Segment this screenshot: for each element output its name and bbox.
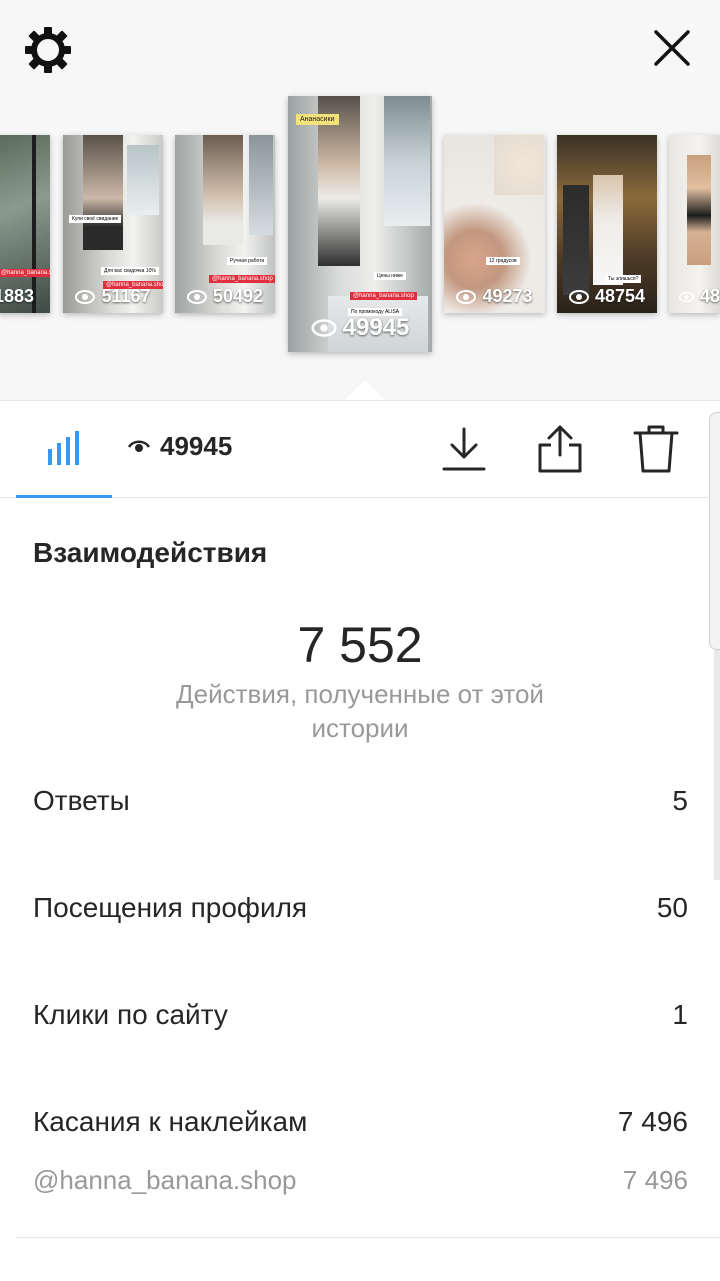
metric-value: 1 [672,999,688,1030]
metric-label: Клики по сайту [33,999,228,1030]
sticker-label: @hanna_banana.shop [33,1165,297,1195]
selected-story-pointer [345,380,385,400]
bar-chart-icon [48,431,79,465]
story-view-count: 48754 [557,286,657,307]
metric-value: 7 496 [617,1106,688,1137]
interactions-total: 7 552 [297,617,423,673]
sticker-value: 7 496 [622,1165,688,1195]
story-carousel-area: @hanna_banana.shop 1883 Купи своё свидан… [0,0,720,400]
tab-insights[interactable] [16,401,112,498]
gear-icon[interactable] [22,24,74,76]
metric-label: Посещения профиля [33,892,308,923]
story-thumbnail[interactable]: Купи своё свидание Для вас скидочка 10% … [63,135,163,313]
eye-icon [679,291,694,302]
metric-subrow-sticker: @hanna_banana.shop 7 496 [33,1165,688,1196]
story-thumbnail[interactable]: 12 градусов 49273 [444,135,545,313]
story-thumbnail[interactable]: Ты злишься? 48754 [557,135,657,313]
story-view-count: 51167 [63,286,163,307]
eye-icon [186,289,207,304]
eye-icon [128,440,150,452]
metric-row-sticker-taps: Касания к наклейкам 7 496 [33,1106,688,1138]
metric-label: Касания к наклейкам [33,1106,308,1137]
story-view-count: 1883 [0,286,35,306]
metric-row-website-clicks: Клики по сайту 1 [33,999,688,1031]
story-thumbnail[interactable]: @hanna_banana.shop 1883 [0,135,50,313]
metric-value: 5 [672,785,688,816]
story-view-count: 49945 [288,314,432,342]
story-thumbnail[interactable]: Ручная работа @hanna_banana.shop 50492 [175,135,275,313]
story-view-count: 49273 [444,286,545,307]
story-thumbnail-selected[interactable]: Ананасики Цены ниже @hanna_banana.shop П… [288,96,432,352]
download-icon[interactable] [440,423,488,475]
metric-value: 50 [656,892,688,923]
eye-icon [75,289,96,304]
story-thumbnail[interactable]: 48 [669,135,720,313]
metric-row-profile-visits: Посещения профиля 50 [33,892,688,924]
close-icon[interactable] [650,26,694,70]
scrollbar-track[interactable] [714,650,720,880]
eye-icon [456,289,477,304]
eye-icon [311,319,337,337]
scrollbar-thumb[interactable] [709,412,720,650]
share-icon[interactable] [536,423,584,475]
views-counter[interactable]: 49945 [128,431,232,462]
story-view-count: 50492 [175,286,275,307]
metric-label: Ответы [33,785,130,816]
metric-row-replies: Ответы 5 [33,785,688,817]
divider [16,1237,720,1238]
trash-icon[interactable] [632,423,680,475]
section-title: Взаимодействия [33,537,268,568]
interactions-subtitle: Действия, полученные от этой истории [176,679,544,743]
insights-toolbar: 49945 [0,401,720,498]
insights-sheet: 49945 Взаимодействия 7 552 Действия, пол… [0,400,720,1281]
eye-icon [568,289,589,304]
story-view-count: 48 [679,286,720,307]
